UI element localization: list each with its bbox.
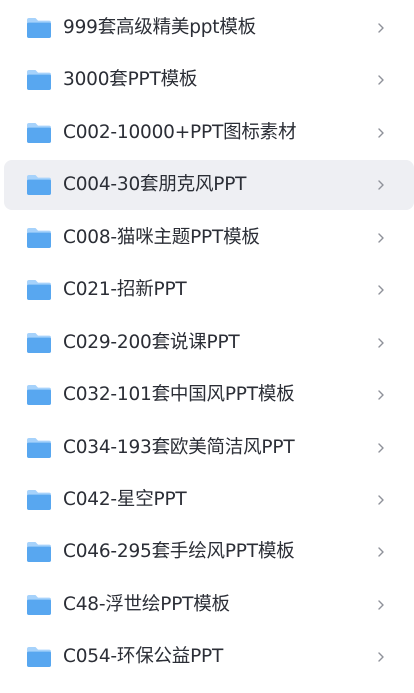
folder-name: C034-193套欧美简洁风PPT	[63, 437, 295, 458]
folder-icon	[26, 227, 52, 249]
folder-row[interactable]: C002-10000+PPT图标素材	[4, 108, 414, 158]
folder-row[interactable]: C021-招新PPT	[4, 265, 414, 315]
folder-name: C029-200套说课PPT	[63, 332, 240, 353]
folder-icon	[26, 174, 52, 196]
folder-icon	[26, 17, 52, 39]
folder-row[interactable]: C008-猫咪主题PPT模板	[4, 213, 414, 263]
folder-name: 3000套PPT模板	[63, 69, 198, 90]
folder-icon	[26, 437, 52, 459]
folder-icon	[26, 384, 52, 406]
folder-name: C008-猫咪主题PPT模板	[63, 227, 260, 248]
chevron-right-icon	[374, 70, 388, 90]
chevron-right-icon	[374, 175, 388, 195]
folder-name: C002-10000+PPT图标素材	[63, 122, 297, 143]
folder-row[interactable]: C004-30套朋克风PPT	[4, 160, 414, 210]
folder-row[interactable]: C054-环保公益PPT	[4, 632, 414, 682]
folder-row[interactable]: C029-200套说课PPT	[4, 318, 414, 368]
chevron-right-icon	[374, 647, 388, 667]
folder-icon	[26, 594, 52, 616]
chevron-right-icon	[374, 438, 388, 458]
chevron-right-icon	[374, 333, 388, 353]
folder-row[interactable]: 3000套PPT模板	[4, 55, 414, 105]
folder-name: C046-295套手绘风PPT模板	[63, 541, 295, 562]
folder-icon	[26, 69, 52, 91]
folder-name: C48-浮世绘PPT模板	[63, 594, 230, 615]
folder-icon	[26, 332, 52, 354]
folder-list: 999套高级精美ppt模板 3000套PPT模板 C002-10000+PPT图…	[0, 0, 414, 693]
chevron-right-icon	[374, 280, 388, 300]
folder-name: 999套高级精美ppt模板	[63, 17, 256, 38]
folder-row[interactable]: 999套高级精美ppt模板	[4, 3, 414, 53]
folder-row[interactable]: C032-101套中国风PPT模板	[4, 370, 414, 420]
folder-name: C004-30套朋克风PPT	[63, 174, 247, 195]
folder-name: C054-环保公益PPT	[63, 646, 224, 667]
chevron-right-icon	[374, 18, 388, 38]
folder-name: C042-星空PPT	[63, 489, 187, 510]
folder-icon	[26, 489, 52, 511]
folder-name: C021-招新PPT	[63, 279, 187, 300]
folder-row[interactable]: C48-浮世绘PPT模板	[4, 580, 414, 630]
chevron-right-icon	[374, 123, 388, 143]
folder-row[interactable]: C034-193套欧美简洁风PPT	[4, 423, 414, 473]
folder-icon	[26, 279, 52, 301]
chevron-right-icon	[374, 385, 388, 405]
folder-row[interactable]: C042-星空PPT	[4, 475, 414, 525]
folder-icon	[26, 122, 52, 144]
folder-name: C032-101套中国风PPT模板	[63, 384, 295, 405]
folder-row[interactable]: C046-295套手绘风PPT模板	[4, 527, 414, 577]
chevron-right-icon	[374, 228, 388, 248]
chevron-right-icon	[374, 542, 388, 562]
chevron-right-icon	[374, 490, 388, 510]
folder-icon	[26, 541, 52, 563]
folder-icon	[26, 646, 52, 668]
chevron-right-icon	[374, 595, 388, 615]
